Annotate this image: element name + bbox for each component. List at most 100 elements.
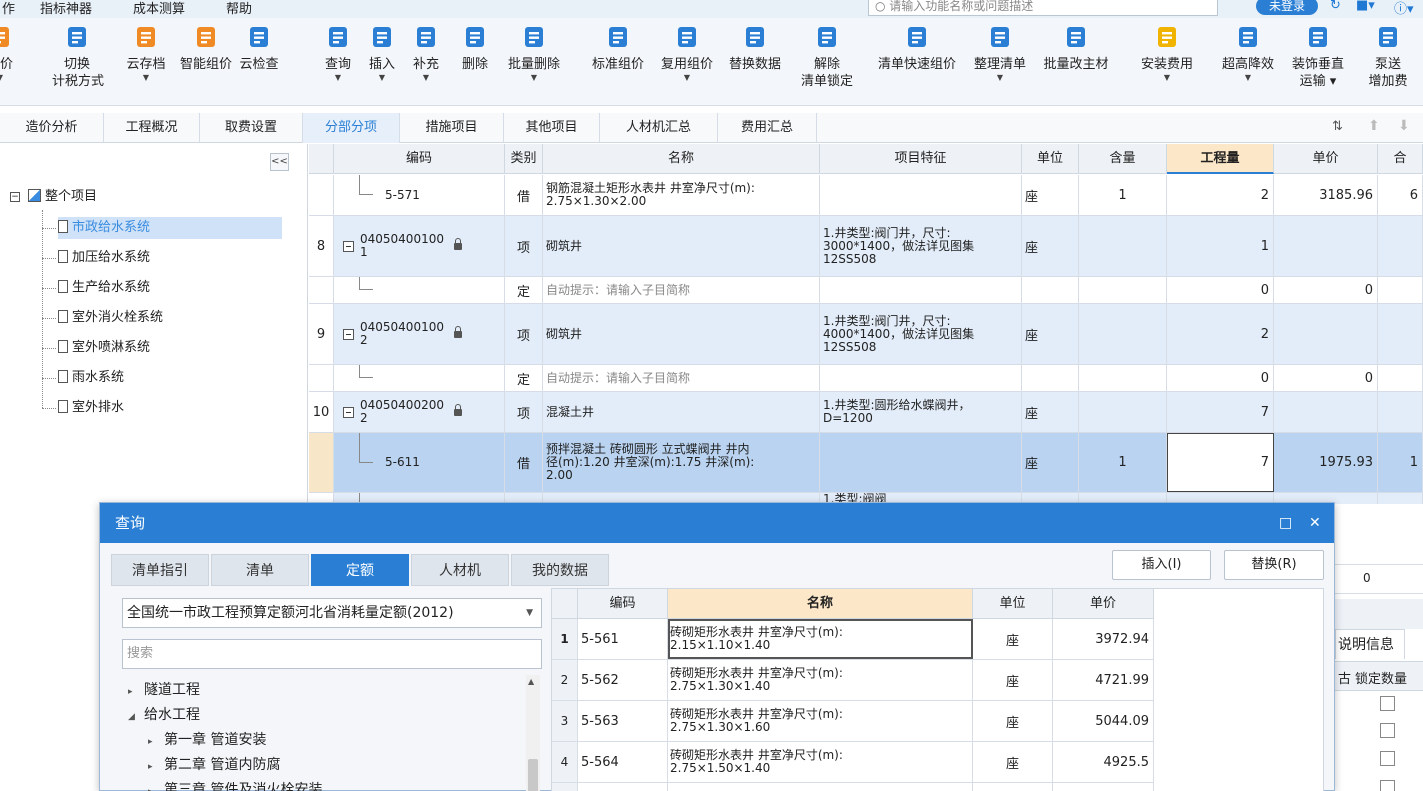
tab-cost-analysis[interactable]: 造价分析 xyxy=(0,113,104,143)
cell-unit[interactable]: 座 xyxy=(1022,433,1079,492)
cell-code[interactable]: 5-571 xyxy=(334,175,505,215)
col-header-total[interactable]: 合 xyxy=(1378,144,1423,174)
table-row[interactable]: 1 5-561 砖砌矩形水表井 井室净尺寸(m): 2.15×1.10×1.40 座 3… xyxy=(552,619,1154,660)
ribbon-button-14[interactable]: 清单快速组价 xyxy=(869,24,965,73)
col-header-code[interactable]: 编码 xyxy=(334,144,505,174)
table-row[interactable]: 2 5-562 砖砌矩形水表井 井室净尺寸(m): 2.75×1.30×1.40 座 4… xyxy=(552,660,1154,701)
tree-item[interactable]: 室外喷淋系统 xyxy=(58,337,150,359)
lock-qty-checkbox[interactable] xyxy=(1380,723,1395,738)
quota-cell-price[interactable]: 4721.99 xyxy=(1053,660,1154,700)
cell-num[interactable]: 8 xyxy=(309,216,334,276)
cell-qty[interactable]: 2 xyxy=(1167,175,1274,215)
tree-item[interactable]: 室外消火栓系统 xyxy=(58,307,163,329)
cell-code[interactable]: 04050400100 2 xyxy=(334,304,505,364)
col-header-name[interactable]: 名称 xyxy=(543,144,820,174)
cell-unit[interactable]: 座 xyxy=(1022,304,1079,364)
cell-type[interactable]: 借 xyxy=(505,433,543,492)
move-down-icon[interactable]: ⬇ xyxy=(1398,118,1410,134)
cell-code[interactable]: 04050400100 1 xyxy=(334,216,505,276)
cell-price[interactable] xyxy=(1274,216,1378,276)
quota-col-header-unit[interactable]: 单位 xyxy=(973,589,1053,619)
ribbon-button-18[interactable]: 超高降效 ▼ xyxy=(1216,24,1280,83)
cell-unit[interactable] xyxy=(1022,365,1079,391)
quota-cell-name[interactable]: 砖砌矩形水表井 井室净尺寸(m): xyxy=(668,783,973,791)
cell-unit[interactable]: 座 xyxy=(1022,392,1079,432)
quota-tree-item[interactable]: ▸ 第二章 管道内防腐 xyxy=(148,754,280,774)
ribbon-button-7[interactable]: 补充 ▼ xyxy=(408,24,444,83)
quota-cell-price[interactable]: 4925.5 xyxy=(1053,742,1154,782)
info-icon[interactable]: ⓘ▾ xyxy=(1394,0,1414,17)
cell-type[interactable]: 项 xyxy=(505,392,543,432)
tab-other-items[interactable]: 其他项目 xyxy=(504,113,600,143)
caret-down-icon[interactable]: ◢ xyxy=(128,712,144,722)
table-row[interactable]: 砖砌矩形水表井 井室净尺寸(m): xyxy=(552,783,1154,791)
dialog-tab-my-data[interactable]: 我的数据 xyxy=(511,554,609,586)
cell-name[interactable]: 自动提示：请输入子目简称 xyxy=(543,277,820,303)
cell-unit[interactable]: 座 xyxy=(1022,175,1079,215)
tab-description-info[interactable]: 说明信息 xyxy=(1335,629,1405,659)
scrollbar-thumb[interactable] xyxy=(528,759,538,791)
tree-scrollbar[interactable]: ▲ xyxy=(526,675,540,791)
cell-qty[interactable]: 2 xyxy=(1167,304,1274,364)
dropdown-arrow-icon[interactable]: ▼ xyxy=(502,73,566,83)
col-header-feature[interactable]: 项目特征 xyxy=(820,144,1022,174)
cell-price[interactable]: 1975.93 xyxy=(1274,433,1378,492)
ribbon-button-12[interactable]: 替换数据 xyxy=(723,24,787,73)
quota-cell-price[interactable] xyxy=(1053,783,1154,791)
dialog-tab-quota[interactable]: 定额 xyxy=(311,554,409,586)
cell-qty_ratio[interactable] xyxy=(1079,277,1167,303)
col-header-price[interactable]: 单价 xyxy=(1274,144,1378,174)
cell-total[interactable] xyxy=(1378,304,1423,364)
quota-col-header-name[interactable]: 名称 xyxy=(668,589,973,619)
dropdown-arrow-icon[interactable]: ▼ xyxy=(320,73,356,83)
close-icon[interactable]: ✕ xyxy=(1309,503,1321,543)
cell-feature[interactable] xyxy=(820,175,1022,215)
row-collapse-icon[interactable] xyxy=(343,328,354,340)
cell-qty[interactable]: 7 xyxy=(1167,433,1274,492)
cell-qty[interactable]: 7 xyxy=(1167,392,1274,432)
tree-item[interactable]: 雨水系统 xyxy=(58,367,124,389)
cell-type[interactable]: 定 xyxy=(505,277,543,303)
quota-cell-code[interactable]: 5-564 xyxy=(578,742,668,782)
quota-tree-item[interactable]: ▸第三章 管件及消火栓安装 xyxy=(148,779,322,791)
tab-sections[interactable]: 分部分项 xyxy=(303,113,400,143)
quota-cell-num[interactable]: 4 xyxy=(552,742,578,782)
ribbon-button-4[interactable]: 云检查 xyxy=(235,24,283,73)
lock-qty-checkbox[interactable] xyxy=(1380,696,1395,711)
cell-feature[interactable]: 1.井类型:圆形给水蝶阀井， D=1200 xyxy=(820,392,1022,432)
dropdown-arrow-icon[interactable]: ▼ xyxy=(1135,73,1199,83)
ribbon-button-10[interactable]: 标准组价 xyxy=(586,24,650,73)
col-header-type[interactable]: 类别 xyxy=(505,144,543,174)
tab-fee-settings[interactable]: 取费设置 xyxy=(200,113,303,143)
quota-cell-code[interactable]: 5-562 xyxy=(578,660,668,700)
menu-item-help[interactable]: 帮助 xyxy=(226,0,252,17)
dialog-tab-labor-material[interactable]: 人材机 xyxy=(411,554,509,586)
cell-qty_ratio[interactable]: 1 xyxy=(1079,433,1167,492)
dropdown-arrow-icon[interactable]: ▼ xyxy=(122,73,170,83)
cell-price[interactable]: 0 xyxy=(1274,277,1378,303)
table-row[interactable]: 10 04050400200 2 项混凝土井 1.井类型:圆形给水蝶阀井， D=120… xyxy=(309,392,1423,433)
scroll-up-icon[interactable]: ▲ xyxy=(528,677,534,686)
move-up-icon[interactable]: ⬆ xyxy=(1368,118,1380,134)
table-row[interactable]: 9 04050400100 2 项砌筑井 1.井类型:阀门井，尺寸: 4000*140… xyxy=(309,304,1423,365)
quota-cell-unit[interactable]: 座 xyxy=(973,660,1053,700)
quota-cell-unit[interactable]: 座 xyxy=(973,701,1053,741)
row-collapse-icon[interactable] xyxy=(343,406,354,418)
cell-price[interactable]: 0 xyxy=(1274,365,1378,391)
apps-grid-icon[interactable]: ■▾ xyxy=(1356,0,1375,13)
quota-cell-price[interactable]: 3972.94 xyxy=(1053,619,1154,659)
cell-name[interactable]: 混凝土井 xyxy=(543,392,820,432)
lock-qty-checkbox[interactable] xyxy=(1380,780,1395,791)
cell-num[interactable] xyxy=(309,277,334,303)
quota-cell-unit[interactable]: 座 xyxy=(973,742,1053,782)
quota-cell-name[interactable]: 砖砌矩形水表井 井室净尺寸(m): 2.15×1.10×1.40 xyxy=(668,619,973,659)
ribbon-button-17[interactable]: 安装费用 ▼ xyxy=(1135,24,1199,83)
cell-type[interactable]: 项 xyxy=(505,304,543,364)
dropdown-arrow-icon[interactable]: ▼ xyxy=(408,73,444,83)
quota-cell-num[interactable]: 1 xyxy=(552,619,578,659)
caret-right-icon[interactable]: ▸ xyxy=(148,787,164,791)
collapse-pane-button[interactable]: << xyxy=(270,153,289,171)
ribbon-button-20[interactable]: 泵送 增加费 xyxy=(1366,24,1410,90)
dialog-tab-list-guide[interactable]: 清单指引 xyxy=(111,554,209,586)
quota-cell-unit[interactable] xyxy=(973,783,1053,791)
